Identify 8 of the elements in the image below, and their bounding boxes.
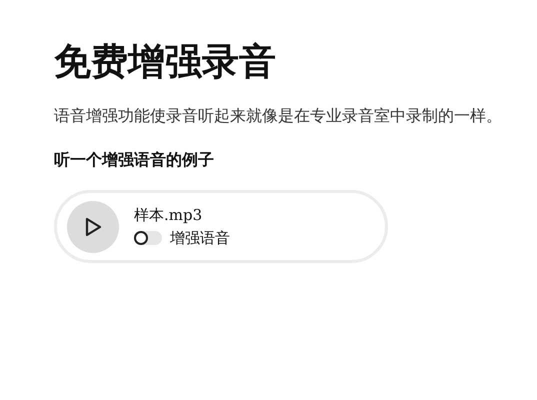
toggle-switch[interactable] <box>134 231 162 245</box>
section-heading: 听一个增强语音的例子 <box>54 149 215 171</box>
toggle-label: 增强语音 <box>170 228 230 248</box>
file-name: 样本.mp3 <box>134 205 204 225</box>
page-title: 免费增强录音 <box>54 39 277 85</box>
play-icon <box>84 216 102 236</box>
description: 语音增强功能使录音听起来就像是在专业录音室中录制的一样。 <box>54 105 503 127</box>
play-button[interactable] <box>67 200 119 252</box>
